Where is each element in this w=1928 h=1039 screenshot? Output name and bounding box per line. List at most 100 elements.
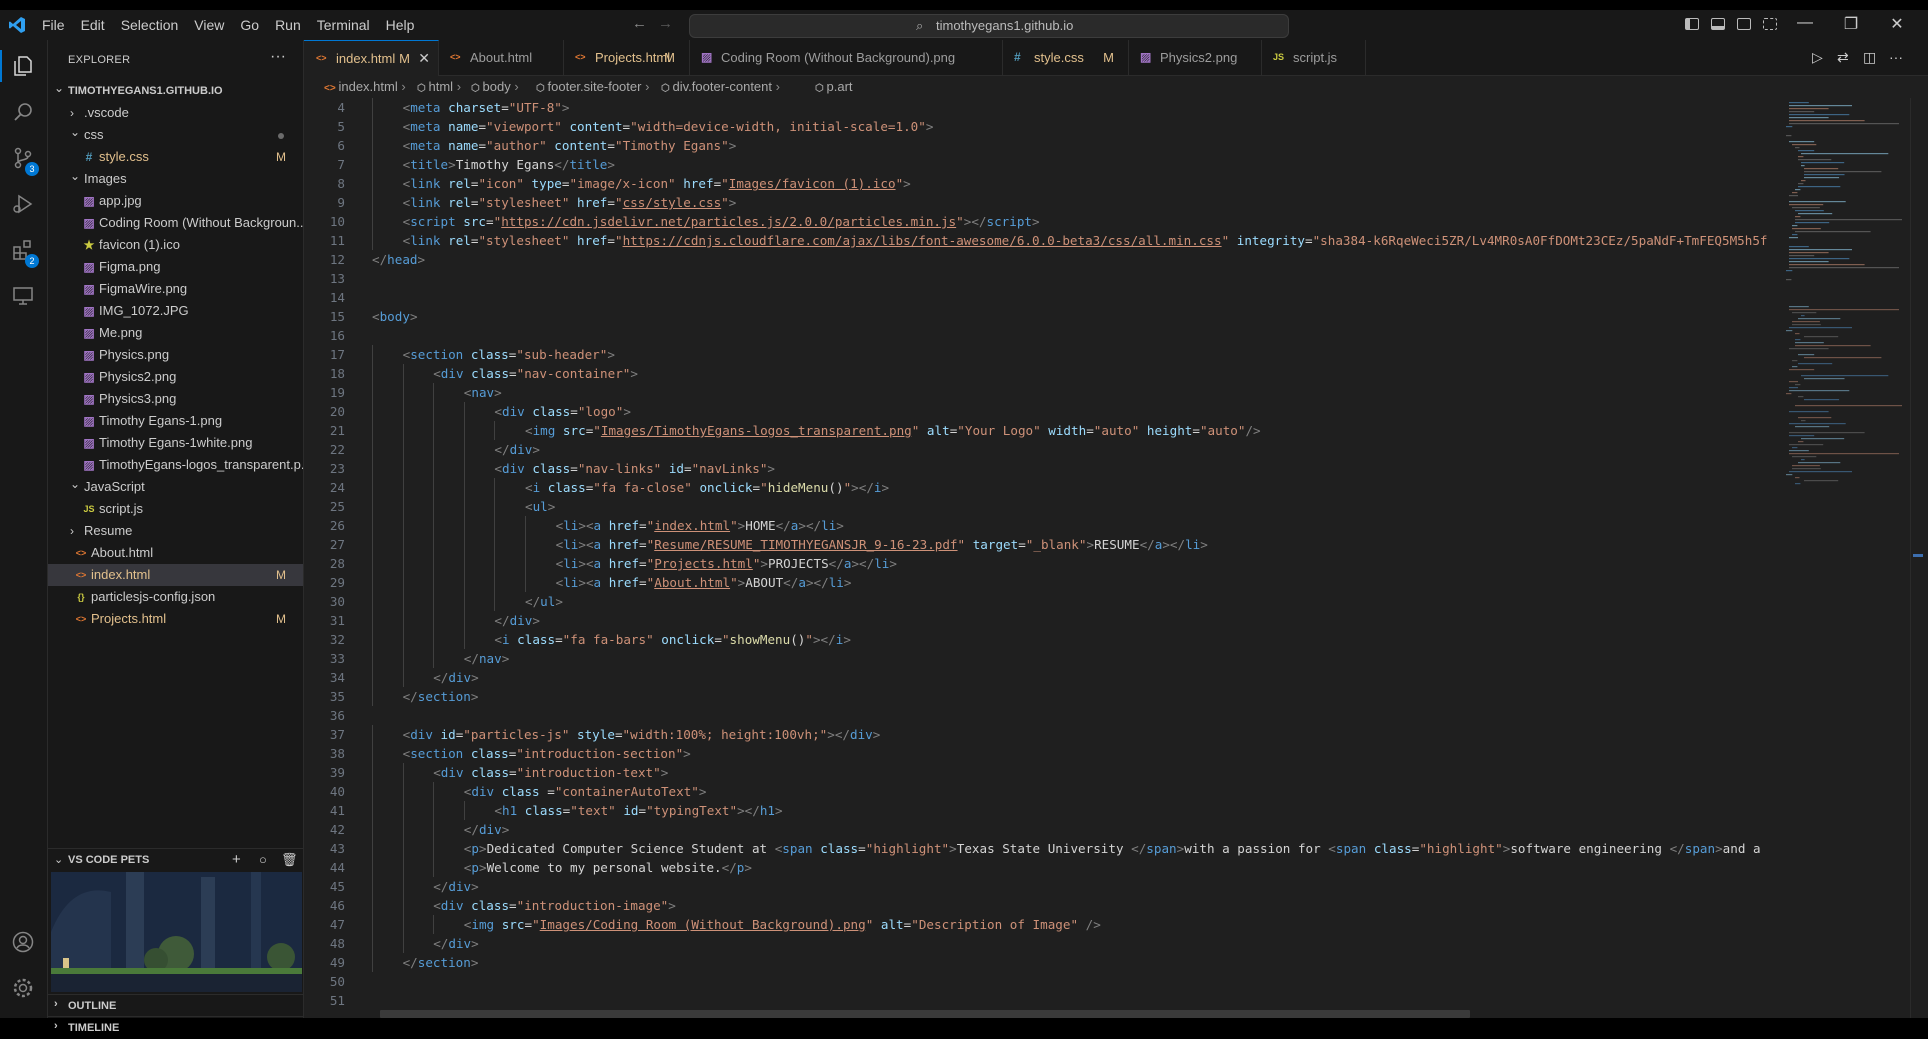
breadcrumb-item[interactable]: ⬡ html › bbox=[417, 76, 461, 100]
source-control-activity[interactable]: 3 bbox=[0, 136, 47, 180]
file-row[interactable]: ▨ Figma.png bbox=[48, 256, 303, 278]
menu-go[interactable]: Go bbox=[232, 10, 267, 40]
menu-terminal[interactable]: Terminal bbox=[309, 10, 378, 40]
toggle-secondary-sidebar-icon[interactable] bbox=[1737, 18, 1751, 30]
editor-tab[interactable]: <> About.html bbox=[438, 40, 564, 75]
file-row[interactable]: ▨ TimothyEgans-logos_transparent.p... bbox=[48, 454, 303, 476]
add-pet-icon[interactable]: + bbox=[232, 851, 241, 868]
editor-tab[interactable]: # style.css M bbox=[1002, 40, 1129, 75]
split-editor-icon[interactable]: ◫ bbox=[1863, 49, 1876, 66]
minimize-icon[interactable]: — bbox=[1790, 14, 1820, 32]
outline-section-header[interactable]: › OUTLINE bbox=[48, 994, 303, 1017]
code-token: span bbox=[1335, 841, 1367, 856]
customize-layout-icon[interactable] bbox=[1763, 18, 1777, 30]
indent-guide bbox=[402, 934, 404, 953]
editor-tab[interactable]: ▨ Physics2.png bbox=[1128, 40, 1262, 75]
breadcrumb-item[interactable]: ⬡ footer.site-footer › bbox=[536, 76, 649, 100]
code-token: /> bbox=[1245, 423, 1261, 438]
file-row[interactable]: <> About.html bbox=[48, 542, 303, 564]
explorer-activity[interactable] bbox=[0, 44, 47, 88]
folder-row[interactable]: ⌄ TIMOTHYEGANS1.GITHUB.IO bbox=[48, 80, 303, 102]
line-number: 8 bbox=[337, 176, 345, 191]
ball-icon[interactable]: ○ bbox=[259, 852, 267, 867]
indent-guide bbox=[494, 554, 496, 573]
file-row[interactable]: ▨ Coding Room (Without Backgroun... bbox=[48, 212, 303, 234]
folder-row[interactable]: ⌄ Images bbox=[48, 168, 303, 190]
accounts-activity[interactable] bbox=[0, 920, 47, 964]
file-row[interactable]: ▨ Physics.png bbox=[48, 344, 303, 366]
editor-tab[interactable]: ▨ Coding Room (Without Background).png bbox=[689, 40, 1003, 75]
back-arrow-icon[interactable]: ← bbox=[632, 15, 647, 32]
open-changes-icon[interactable]: ⇄ bbox=[1837, 49, 1849, 66]
file-row[interactable]: ▨ Physics2.png bbox=[48, 366, 303, 388]
file-row[interactable]: # style.css M bbox=[48, 146, 303, 168]
menu-help[interactable]: Help bbox=[378, 10, 423, 40]
extensions-activity[interactable]: 2 bbox=[0, 228, 47, 272]
restore-icon[interactable]: ❐ bbox=[1836, 14, 1866, 34]
forward-arrow-icon[interactable]: → bbox=[658, 15, 673, 32]
line-number: 15 bbox=[329, 309, 345, 324]
file-row[interactable]: ▨ FigmaWire.png bbox=[48, 278, 303, 300]
code-token: = bbox=[607, 233, 615, 248]
minimap-line bbox=[1789, 195, 1798, 197]
file-row[interactable]: ▨ Me.png bbox=[48, 322, 303, 344]
code-content: </ul> bbox=[525, 592, 563, 611]
folder-row[interactable]: ⌄ JavaScript bbox=[48, 476, 303, 498]
code-token: > bbox=[555, 594, 563, 609]
vscode-pets-header[interactable]: ⌄ VS CODE PETS + ○ 🗑 bbox=[48, 848, 303, 871]
indent-guide bbox=[433, 801, 435, 820]
file-row[interactable]: {} particlesjs-config.json bbox=[48, 586, 303, 608]
manage-activity[interactable] bbox=[0, 966, 47, 1010]
horizontal-scrollbar[interactable] bbox=[380, 1010, 1470, 1018]
folder-row[interactable]: › Resume bbox=[48, 520, 303, 542]
file-row[interactable]: ▨ Timothy Egans-1.png bbox=[48, 410, 303, 432]
breadcrumb-item[interactable]: ⬡ div.footer-content › bbox=[661, 76, 780, 100]
minimap[interactable] bbox=[1782, 98, 1902, 1018]
run-file-icon[interactable]: ▷ bbox=[1812, 49, 1823, 66]
code-token: div bbox=[440, 366, 464, 381]
tree-item-label: particlesjs-config.json bbox=[91, 589, 216, 604]
breadcrumb-item[interactable]: ⬡ p.art bbox=[815, 76, 853, 100]
file-row[interactable]: ★ favicon (1).ico bbox=[48, 234, 303, 256]
search-activity[interactable] bbox=[0, 90, 47, 134]
toggle-panel-icon[interactable] bbox=[1711, 18, 1725, 30]
remote-explorer-activity[interactable] bbox=[0, 274, 47, 318]
file-row[interactable]: ▨ IMG_1072.JPG bbox=[48, 300, 303, 322]
close-tab-icon[interactable]: ✕ bbox=[418, 41, 430, 76]
editor-tab[interactable]: JS script.js bbox=[1261, 40, 1366, 75]
run-debug-activity[interactable] bbox=[0, 182, 47, 226]
editor-tab[interactable]: <> index.html M ✕ bbox=[304, 40, 439, 76]
menu-file[interactable]: File bbox=[34, 10, 73, 40]
menu-view[interactable]: View bbox=[186, 10, 232, 40]
folder-row[interactable]: ⌄ css bbox=[48, 124, 303, 146]
more-actions-icon[interactable]: ··· bbox=[1889, 49, 1903, 65]
code-token: = bbox=[607, 138, 615, 153]
close-window-icon[interactable]: ✕ bbox=[1882, 14, 1912, 34]
file-row[interactable]: ▨ Timothy Egans-1white.png bbox=[48, 432, 303, 454]
breadcrumb-item[interactable]: ⬡ body › bbox=[471, 76, 519, 100]
menu-edit[interactable]: Edit bbox=[73, 10, 113, 40]
breadcrumb-item[interactable]: <> index.html › bbox=[324, 76, 406, 100]
minimap-line bbox=[1795, 147, 1800, 149]
folder-row[interactable]: › .vscode bbox=[48, 102, 303, 124]
more-actions-icon[interactable]: ··· bbox=[270, 48, 286, 66]
indent-guide bbox=[402, 421, 404, 440]
file-row[interactable]: ▨ app.jpg bbox=[48, 190, 303, 212]
indent-guide bbox=[463, 592, 465, 611]
editor-tab[interactable]: <> Projects.html M bbox=[563, 40, 690, 75]
code-editor[interactable]: 4 <meta charset="UTF-8"> 5 <meta name="view… bbox=[304, 98, 1928, 1018]
command-center-search[interactable]: ⌕ timothyegans1.github.io bbox=[689, 14, 1289, 38]
minimap-line bbox=[1789, 117, 1829, 119]
file-row[interactable]: JS script.js bbox=[48, 498, 303, 520]
code-token: > bbox=[417, 252, 426, 267]
timeline-section-header[interactable]: › TIMELINE bbox=[48, 1016, 303, 1039]
menu-run[interactable]: Run bbox=[267, 10, 309, 40]
menu-selection[interactable]: Selection bbox=[113, 10, 187, 40]
vertical-scrollbar[interactable] bbox=[1910, 98, 1925, 1018]
toggle-primary-sidebar-icon[interactable] bbox=[1685, 18, 1699, 30]
file-row[interactable]: ▨ Physics3.png bbox=[48, 388, 303, 410]
file-row[interactable]: <> Projects.html M bbox=[48, 608, 303, 630]
file-row[interactable]: <> index.html M bbox=[48, 564, 303, 586]
trash-icon[interactable]: 🗑 bbox=[281, 852, 298, 868]
code-line: 36 bbox=[304, 706, 1784, 725]
